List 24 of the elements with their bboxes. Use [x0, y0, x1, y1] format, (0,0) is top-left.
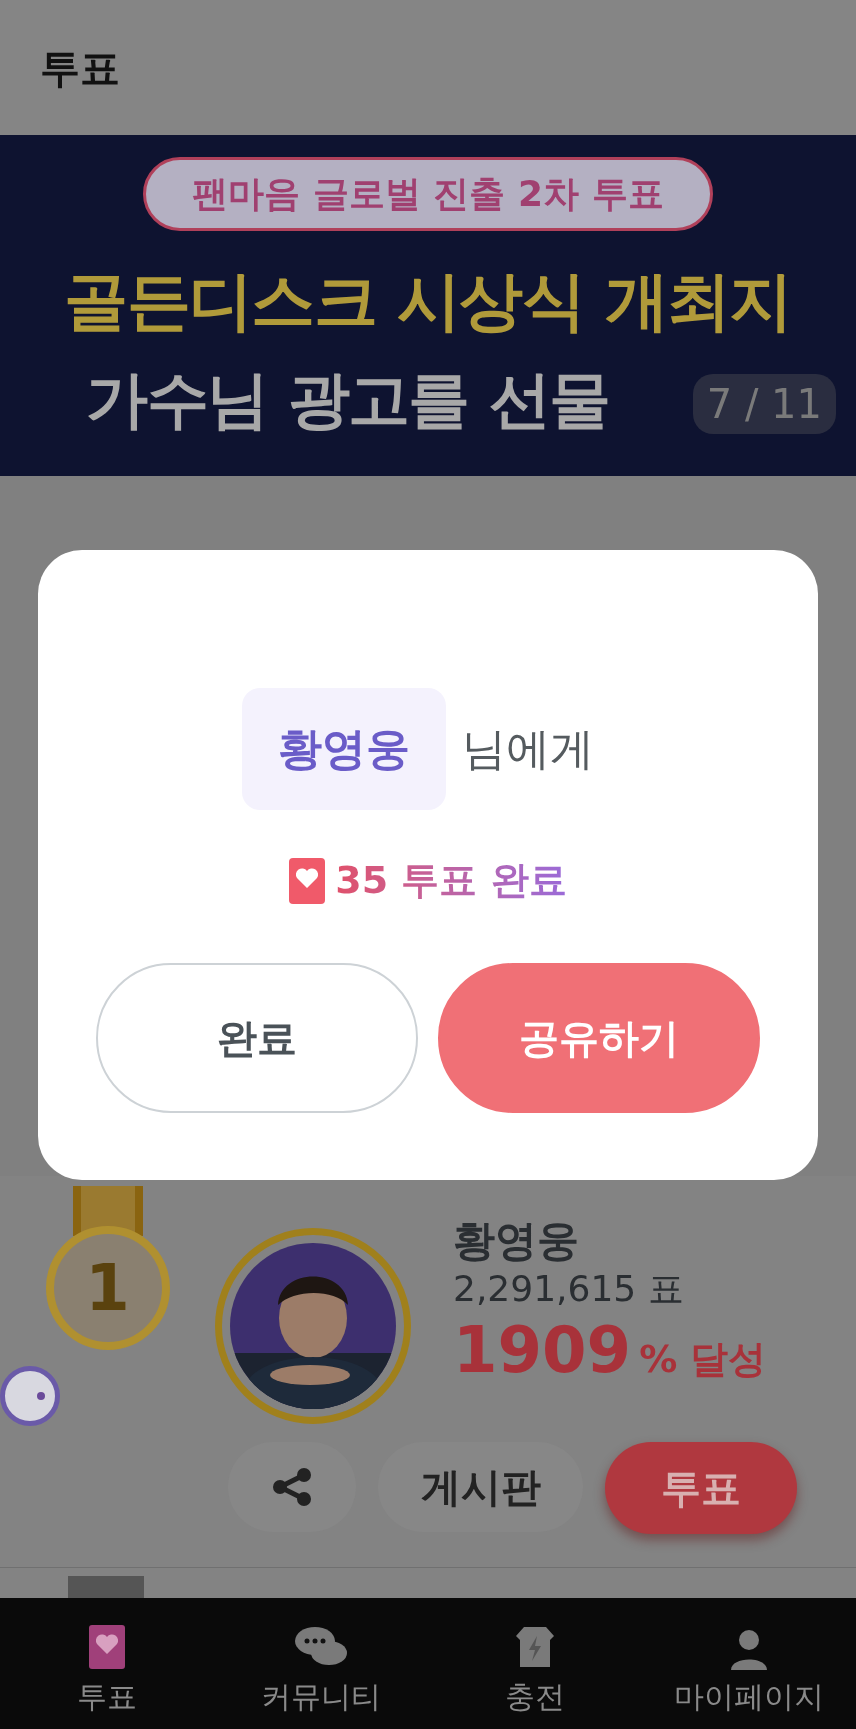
nav-tab[interactable]: 충전 [428, 1598, 642, 1729]
promo-banner[interactable]: 팬마음 글로벌 진출 2차 투표 골든디스크 시상식 개최지 가수님 광고를 선물 7 / 11 [0, 135, 856, 476]
artist-name: 황영웅 [453, 1216, 580, 1267]
rank-number: 1 [85, 1250, 130, 1327]
page-title: 투표 [40, 43, 120, 93]
banner-badge: 팬마음 글로벌 진출 2차 투표 [143, 157, 713, 231]
achievement-label: % 달성 [639, 1336, 767, 1384]
achievement-percent: 1909 [453, 1315, 632, 1386]
done-button[interactable]: 완료 [96, 963, 418, 1113]
recipient-name: 황영웅 [242, 688, 446, 810]
vote-button[interactable]: 투표 [605, 1442, 797, 1534]
share-button[interactable]: 공유하기 [438, 963, 760, 1113]
nav-tab[interactable]: 투표 [0, 1598, 214, 1729]
banner-subline: 가수님 광고를 선물 [86, 362, 610, 438]
nav-tab[interactable]: 커뮤니티 [214, 1598, 428, 1729]
board-button[interactable]: 게시판 [378, 1442, 583, 1532]
nav-tab[interactable]: 마이페이지 [642, 1598, 856, 1729]
recipient-suffix: 님에게 [462, 722, 594, 776]
heart-card-icon [289, 857, 326, 904]
slide-counter: 7 / 11 [692, 374, 836, 434]
floating-bubble[interactable] [0, 1366, 60, 1426]
banner-headline: 골든디스크 시상식 개최지 [64, 263, 792, 340]
vote-count: 2,291,615 표 [453, 1267, 685, 1312]
share-icon [270, 1467, 314, 1507]
